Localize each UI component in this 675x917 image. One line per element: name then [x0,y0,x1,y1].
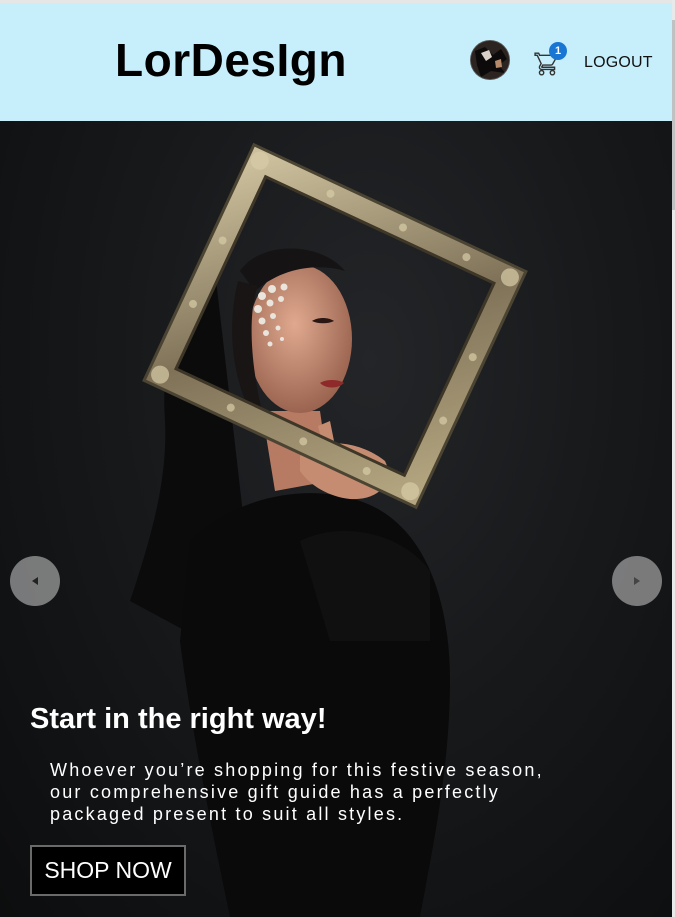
hero-carousel: Start in the right way! Whoever you’re s… [0,121,672,917]
arrow-right-icon [634,577,640,585]
carousel-prev-button[interactable] [10,556,60,606]
hero-description: Whoever you’re shopping for this festive… [50,760,544,824]
user-avatar[interactable] [471,41,509,79]
app-header: LorDesIgn 1 LOGOUT [0,0,672,121]
logout-button[interactable]: LOGOUT [584,54,653,72]
hero-title: Start in the right way! [30,703,327,735]
brand-logo[interactable]: LorDesIgn [115,33,347,87]
shop-now-button[interactable]: SHOP NOW [30,845,186,896]
arrow-left-icon [32,577,38,585]
cart-count-badge: 1 [549,42,567,60]
carousel-next-button[interactable] [612,556,662,606]
